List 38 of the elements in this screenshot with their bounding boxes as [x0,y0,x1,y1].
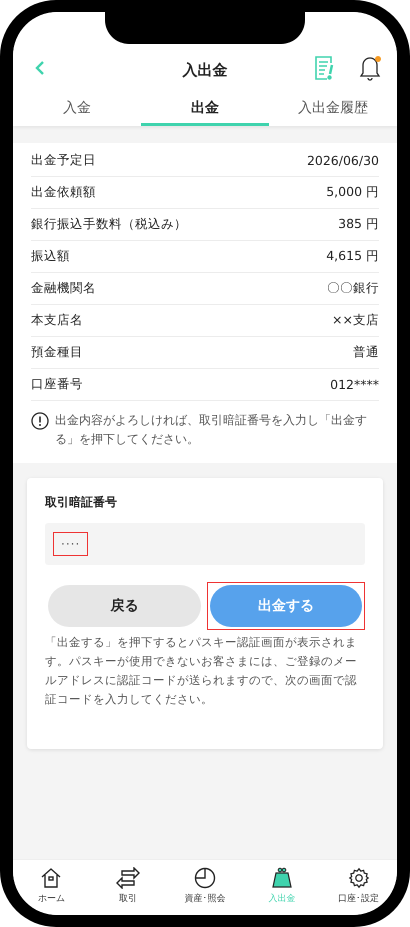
detail-value: 5,000 円 [326,184,379,201]
nav-item[interactable]: 口座･設定 [320,860,397,911]
nav-item[interactable]: ホーム [13,860,90,911]
nav-item[interactable]: 資産･照会 [166,860,244,911]
tab[interactable]: 入金 [13,92,141,126]
tab[interactable]: 入出金履歴 [269,92,397,126]
detail-value: 4,615 円 [326,248,379,265]
detail-label: 出金予定日 [31,152,96,169]
detail-value: ××支店 [332,312,379,329]
detail-value: 〇〇銀行 [327,280,379,297]
detail-label: 金融機関名 [31,280,96,297]
detail-value: 普通 [353,344,379,361]
detail-label: 振込額 [31,248,70,265]
chevron-left-icon [34,60,46,76]
detail-label: 本支店名 [31,312,83,329]
notice-text: 出金内容がよろしければ、取引暗証番号を入力し「出金する」を押下してください。 [55,412,368,448]
settings-icon [348,866,370,888]
detail-value: 2026/06/30 [306,153,379,168]
pie-chart-icon [194,866,216,888]
back-text-button[interactable]: 戻る [48,585,200,627]
info-icon [31,412,49,430]
page-title: 入出金 [182,61,228,80]
arrows-icon [116,866,140,888]
detail-label: 預金種目 [31,344,83,361]
note-text: 「出金する」を押下するとパスキー認証画面が表示されます。パスキーが使用できないお客さまには、ご登録のメールアドレスに認証コードが送られますので、次の画面で認証コードを入力してください。 [45,634,358,708]
document-icon [313,55,335,81]
nav-item[interactable]: 取引 [90,860,167,911]
notification-button[interactable] [357,54,383,82]
detail-label: 出金依頼額 [31,184,96,201]
pin-field[interactable]: ···· [45,523,365,565]
detail-label: 銀行振込手数料（税込み） [31,216,187,233]
detail-label: 口座番号 [31,376,83,393]
detail-value: 012**** [330,377,379,392]
tab[interactable]: 出金 [141,92,269,126]
home-icon [40,866,62,888]
purse-icon [270,866,293,888]
detail-value: 385 円 [338,216,379,233]
pin-label: 取引暗証番号 [45,494,118,511]
